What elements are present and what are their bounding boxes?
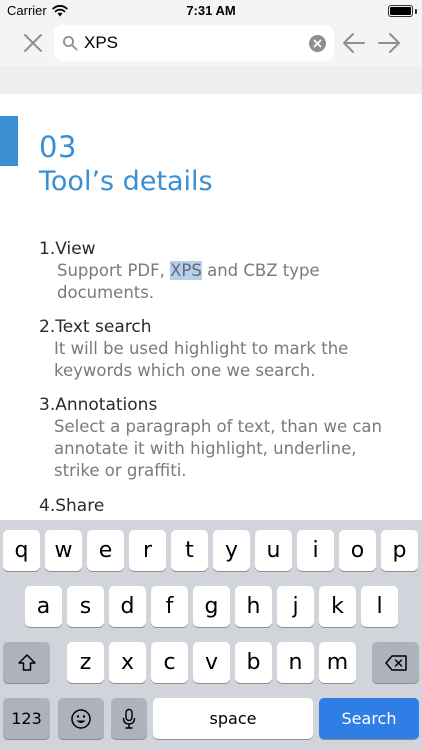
chapter-number: 03 (39, 130, 77, 164)
shift-icon (17, 654, 36, 671)
search-highlight: XPS (170, 261, 202, 280)
status-bar: Carrier 7:31 AM (0, 0, 422, 22)
body-text: It will be used highlight to mark the (54, 339, 349, 358)
body-text: documents. (57, 283, 155, 302)
key-d[interactable]: d (109, 586, 146, 627)
key-r[interactable]: r (129, 530, 166, 571)
section-body: It will be used highlight to mark the ke… (54, 338, 348, 382)
body-text: keywords which one we search. (54, 361, 316, 380)
body-text: and CBZ type (201, 261, 320, 280)
body-text: annotate it with highlight, underline, (54, 439, 357, 458)
section-heading: 2.Text search (39, 317, 152, 337)
chapter-title: Tool’s details (39, 166, 213, 197)
key-a[interactable]: a (25, 586, 62, 627)
status-time: 7:31 AM (186, 3, 236, 18)
clear-circle-icon[interactable] (309, 35, 326, 52)
key-o[interactable]: o (339, 530, 376, 571)
key-b[interactable]: b (235, 642, 272, 683)
section-body: Support PDF, XPS and CBZ type documents. (57, 260, 320, 304)
key-i[interactable]: i (297, 530, 334, 571)
keyboard: q w e r t y u i o p a s d f g h j k l z … (0, 520, 422, 750)
arrow-left-icon[interactable] (342, 32, 366, 54)
key-s[interactable]: s (67, 586, 104, 627)
key-n[interactable]: n (277, 642, 314, 683)
section-heading: 1.View (39, 239, 96, 259)
microphone-key[interactable] (111, 698, 147, 739)
section-body: Select a paragraph of text, than we can … (54, 416, 382, 482)
shift-key[interactable] (3, 642, 50, 683)
emoji-icon (71, 708, 91, 729)
document-page[interactable]: 03 Tool’s details 1.View Support PDF, XP… (0, 94, 422, 520)
search-key[interactable]: Search (319, 698, 419, 739)
key-w[interactable]: w (45, 530, 82, 571)
search-toolbar (0, 22, 422, 66)
key-e[interactable]: e (87, 530, 124, 571)
body-text: Select a paragraph of text, than we can (54, 417, 383, 436)
body-text: Support PDF, (57, 261, 171, 280)
space-key[interactable]: space (153, 698, 313, 739)
key-m[interactable]: m (319, 642, 356, 683)
battery-icon (388, 5, 413, 17)
section-heading: 3.Annotations (39, 395, 158, 415)
close-icon[interactable] (22, 32, 44, 54)
battery-tip (415, 9, 417, 14)
arrow-right-icon[interactable] (377, 32, 401, 54)
numbers-key[interactable]: 123 (3, 698, 50, 739)
search-icon (63, 36, 78, 51)
key-x[interactable]: x (109, 642, 146, 683)
search-field[interactable] (54, 25, 334, 61)
emoji-key[interactable] (58, 698, 104, 739)
key-c[interactable]: c (151, 642, 188, 683)
body-text: strike or graffiti. (54, 461, 187, 480)
key-j[interactable]: j (277, 586, 314, 627)
microphone-icon (122, 708, 136, 729)
document-gap (0, 66, 422, 94)
delete-key[interactable] (372, 642, 419, 683)
key-u[interactable]: u (255, 530, 292, 571)
key-f[interactable]: f (151, 586, 188, 627)
key-t[interactable]: t (171, 530, 208, 571)
chapter-marker (0, 116, 18, 166)
key-l[interactable]: l (361, 586, 398, 627)
section-heading: 4.Share (39, 496, 105, 516)
key-k[interactable]: k (319, 586, 356, 627)
key-q[interactable]: q (3, 530, 40, 571)
key-p[interactable]: p (381, 530, 418, 571)
search-input[interactable] (84, 29, 304, 57)
backspace-icon (384, 654, 407, 671)
key-v[interactable]: v (193, 642, 230, 683)
key-y[interactable]: y (213, 530, 250, 571)
key-h[interactable]: h (235, 586, 272, 627)
key-z[interactable]: z (67, 642, 104, 683)
key-g[interactable]: g (193, 586, 230, 627)
